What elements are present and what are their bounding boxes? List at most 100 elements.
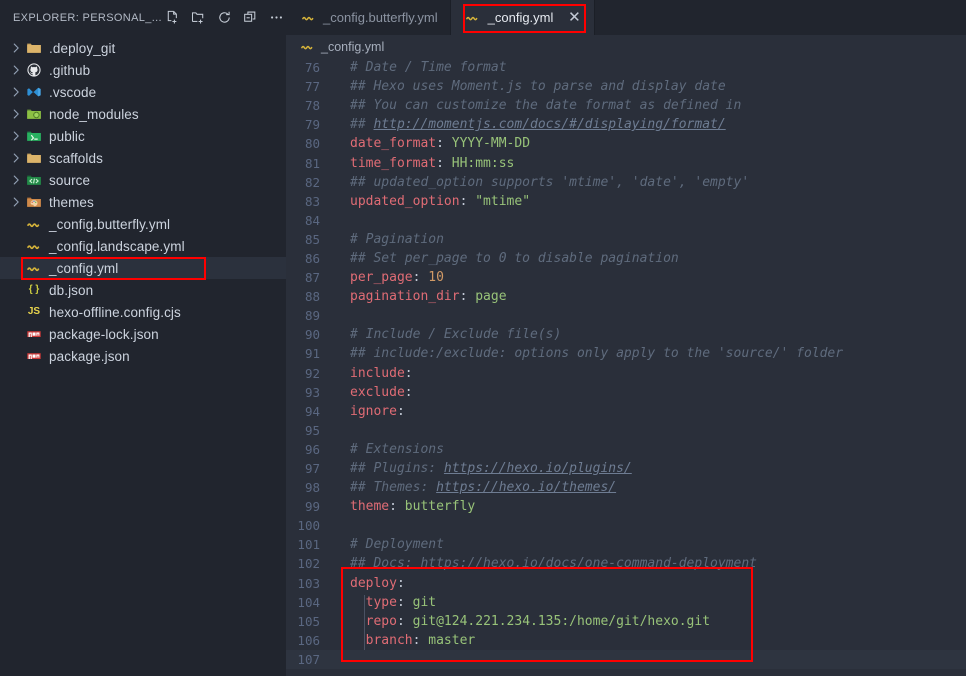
code-line[interactable]: 97 ## Plugins: https://hexo.io/plugins/ [286, 459, 966, 478]
chevron-right-icon[interactable] [8, 106, 24, 122]
tree-item-scaffolds[interactable]: scaffolds [0, 147, 286, 169]
npm-icon [24, 326, 44, 342]
code-line[interactable]: 99 theme: butterfly [286, 497, 966, 516]
line-content: # Pagination [336, 232, 444, 247]
code-line[interactable]: 94 ignore: [286, 402, 966, 421]
chevron-right-icon[interactable] [8, 150, 24, 166]
code-line[interactable]: 91 ## include:/exclude: options only appl… [286, 344, 966, 363]
code-line[interactable]: 86 ## Set per_page to 0 to disable pagina… [286, 249, 966, 268]
code-token: : [436, 136, 444, 152]
chevron-right-icon[interactable] [8, 172, 24, 188]
line-number: 87 [304, 270, 320, 286]
code-line[interactable]: 82 ## updated_option supports 'mtime', 'd… [286, 173, 966, 192]
new-file-icon[interactable] [162, 7, 184, 29]
line-number: 103 [297, 575, 320, 591]
vscode-icon [24, 84, 44, 100]
code-token[interactable]: https://hexo.io/plugins/ [444, 461, 632, 476]
tree-item-hexo-offline-config-cjs[interactable]: JS hexo-offline.config.cjs [0, 301, 286, 323]
tree-item-config-landscape-yml[interactable]: _config.landscape.yml [0, 235, 286, 257]
editor-tab-bar[interactable]: _config.butterfly.yml _config.yml ✕ [286, 0, 966, 35]
tree-item-package-lock-json[interactable]: package-lock.json [0, 323, 286, 345]
tree-item-github[interactable]: .github [0, 59, 286, 81]
tree-item-config-yml[interactable]: _config.yml [0, 257, 286, 279]
tree-item-public[interactable]: public [0, 125, 286, 147]
code-line[interactable]: 96 # Extensions [286, 440, 966, 459]
code-token: type [365, 594, 397, 610]
code-line[interactable]: 102 ## Docs: https://hexo.io/docs/one-com… [286, 554, 966, 573]
code-line[interactable]: 104 type: git [286, 593, 966, 612]
code-line[interactable]: 80 date_format: YYYY-MM-DD [286, 134, 966, 153]
line-number: 106 [297, 632, 320, 648]
code-token: butterfly [396, 499, 476, 515]
more-actions-icon[interactable] [266, 7, 288, 29]
line-number: 81 [304, 155, 320, 171]
tree-item-deploy-git[interactable]: .deploy_git [0, 37, 286, 59]
explorer-sidebar: EXPLORER: PERSONAL_... .deploy_git .gith… [0, 0, 286, 676]
tree-item-label: source [49, 172, 91, 188]
code-token: time_format [350, 155, 437, 171]
editor-tab[interactable]: _config.butterfly.yml [286, 0, 451, 35]
chevron-right-icon[interactable] [8, 194, 24, 210]
code-line[interactable]: 83 updated_option: "mtime" [286, 192, 966, 211]
code-line[interactable]: 107 [286, 649, 966, 669]
chevron-right-icon[interactable] [8, 40, 24, 56]
tree-item-label: _config.landscape.yml [49, 238, 185, 254]
line-content: # Date / Time format [336, 60, 507, 75]
code-line[interactable]: 84 [286, 211, 966, 230]
chevron-right-icon[interactable] [8, 84, 24, 100]
code-token[interactable]: https://hexo.io/themes/ [436, 480, 616, 495]
code-line[interactable]: 101 # Deployment [286, 535, 966, 554]
indent-guide [364, 594, 365, 651]
line-number: 96 [304, 441, 320, 457]
code-line[interactable]: 100 [286, 516, 966, 535]
line-content: repo: git@124.221.234.135:/home/git/hexo… [336, 614, 710, 629]
code-line[interactable]: 106 branch: master [286, 631, 966, 650]
code-line[interactable]: 98 ## Themes: https://hexo.io/themes/ [286, 478, 966, 497]
line-content: # Extensions [336, 442, 444, 457]
line-content: deploy: [336, 576, 405, 591]
tree-item-config-butterfly-yml[interactable]: _config.butterfly.yml [0, 213, 286, 235]
yaml-icon [24, 260, 44, 276]
code-token: ## include:/exclude: options only apply … [350, 346, 844, 362]
editor-area: _config.butterfly.yml _config.yml ✕ _confi… [286, 0, 966, 676]
code-line[interactable]: 76 # Date / Time format [286, 58, 966, 77]
code-editor[interactable]: 76 # Date / Time format 77 ## Hexo uses Mom… [286, 58, 966, 676]
code-token: : [396, 594, 405, 610]
tree-item-node-modules[interactable]: node_modules [0, 103, 286, 125]
code-line[interactable]: 90 # Include / Exclude file(s) [286, 325, 966, 344]
editor-tab-active[interactable]: _config.yml ✕ [450, 0, 596, 35]
code-line[interactable]: 78 ## You can customize the date format a… [286, 96, 966, 115]
file-tree[interactable]: .deploy_git .github .vscode node_modules pub… [0, 35, 286, 676]
code-line[interactable]: 77 ## Hexo uses Moment.js to parse and di… [286, 77, 966, 96]
code-line[interactable]: 93 exclude: [286, 383, 966, 402]
code-line[interactable]: 88 pagination_dir: page [286, 287, 966, 306]
tree-item-source[interactable]: source [0, 169, 286, 191]
collapse-all-icon[interactable] [240, 7, 262, 29]
line-content: date_format: YYYY-MM-DD [336, 136, 530, 151]
refresh-icon[interactable] [214, 7, 236, 29]
code-line[interactable]: 105 repo: git@124.221.234.135:/home/git/… [286, 612, 966, 631]
close-icon[interactable]: ✕ [566, 10, 582, 26]
code-line[interactable]: 87 per_page: 10 [286, 268, 966, 287]
code-line[interactable]: 103 deploy: [286, 574, 966, 593]
chevron-right-icon[interactable] [8, 128, 24, 144]
code-line[interactable]: 81 time_format: HH:mm:ss [286, 153, 966, 172]
code-line[interactable]: 95 [286, 421, 966, 440]
tree-item-vscode[interactable]: .vscode [0, 81, 286, 103]
tree-item-label: .github [49, 62, 91, 78]
tree-item-db-json[interactable]: { } db.json [0, 279, 286, 301]
code-line[interactable]: 92 include: [286, 364, 966, 383]
code-line[interactable]: 79 ## http://momentjs.com/docs/#/displayi… [286, 115, 966, 134]
tree-item-themes[interactable]: themes [0, 191, 286, 213]
chevron-right-icon[interactable] [8, 62, 24, 78]
code-token[interactable]: http://momentjs.com/docs/#/displaying/fo… [373, 117, 725, 132]
new-folder-icon[interactable] [188, 7, 210, 29]
line-content: ## You can customize the date format as … [336, 98, 741, 113]
code-line[interactable]: 85 # Pagination [286, 230, 966, 249]
tree-item-package-json[interactable]: package.json [0, 345, 286, 367]
breadcrumb[interactable]: _config.yml [286, 35, 966, 58]
tree-item-label: hexo-offline.config.cjs [49, 304, 181, 320]
line-content: ## updated_option supports 'mtime', 'dat… [336, 175, 749, 190]
code-line[interactable]: 89 [286, 306, 966, 325]
line-number: 98 [304, 480, 320, 496]
